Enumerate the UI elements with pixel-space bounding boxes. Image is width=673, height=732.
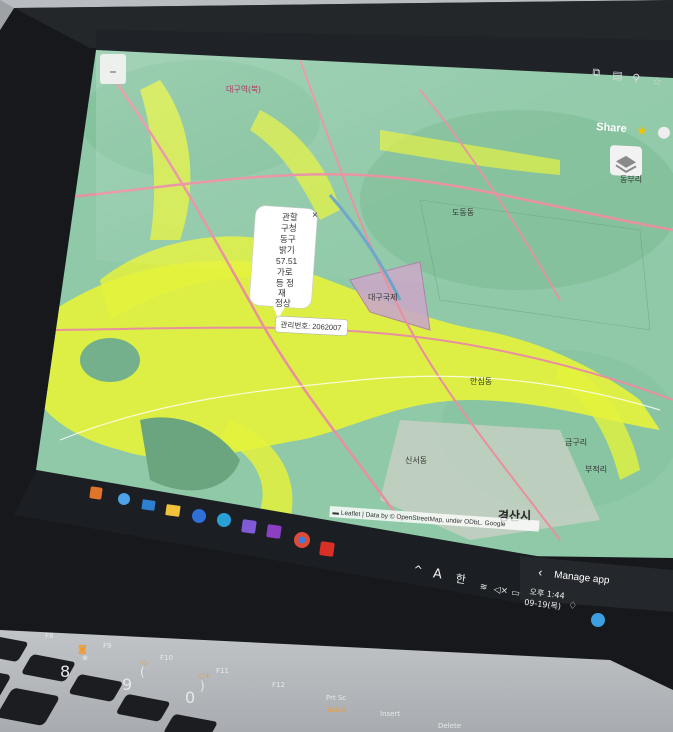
copilot-tray-icon[interactable] xyxy=(591,613,605,627)
key-label: * xyxy=(82,653,88,667)
popup-line: 밝기 xyxy=(279,245,295,255)
key-label: ( xyxy=(140,665,145,679)
key-label: 9 xyxy=(122,675,132,694)
key-label: F12 xyxy=(272,681,285,689)
mail-icon[interactable] xyxy=(141,499,156,511)
folder-icon[interactable] xyxy=(165,504,181,517)
place-label: 도동동 xyxy=(452,208,474,217)
key-label: F10 xyxy=(160,654,173,662)
id-tooltip: 관리번호: 2062007 xyxy=(275,315,348,336)
popup-line: 가로 xyxy=(277,267,293,277)
key-label: Insert xyxy=(380,710,400,718)
ime-indicator[interactable]: 한 xyxy=(455,572,467,586)
place-label: 안심동 xyxy=(470,376,492,386)
share-button[interactable]: Share xyxy=(596,121,627,135)
popup-line: 동구 xyxy=(280,234,296,244)
battery-icon[interactable]: ▭ xyxy=(511,588,521,599)
wifi-icon[interactable]: ≋ xyxy=(479,582,488,593)
key-label: ) xyxy=(200,679,205,693)
place-label: 동부리 xyxy=(620,175,642,184)
volume-down-icon: ◁- xyxy=(139,658,149,667)
key-label: F11 xyxy=(216,667,229,675)
bookmark-star-icon[interactable]: ☆ xyxy=(652,76,663,89)
edge-icon[interactable] xyxy=(217,513,231,527)
reader-icon[interactable]: ▤ xyxy=(612,70,623,83)
copilot-icon[interactable] xyxy=(89,486,103,500)
onenote-icon[interactable] xyxy=(266,524,282,539)
zoom-out-icon[interactable]: – xyxy=(110,64,117,80)
pdf-icon[interactable] xyxy=(319,541,335,557)
place-label: 금구리 xyxy=(565,438,587,447)
popup-line: 재 xyxy=(278,288,286,298)
mute-icon: ◙ xyxy=(78,645,87,655)
place-label: 대구역(북) xyxy=(226,84,261,94)
laptop-photo: – 관할 구청 동구 밝기 57.51 가로 등 정 재 정상 × 관리번호: … xyxy=(0,0,673,732)
key-label: Prt Sc xyxy=(326,694,346,702)
popup-line: 정상 xyxy=(275,298,291,308)
place-label: 신서동 xyxy=(405,456,427,465)
star-icon[interactable]: ★ xyxy=(635,124,648,140)
notification-bell-icon[interactable]: ♢ xyxy=(568,600,578,612)
key-label: ScrLk xyxy=(327,706,347,714)
key-label: 8 xyxy=(60,662,70,681)
place-label: 부적리 xyxy=(585,464,607,474)
popup-line: 등 정 xyxy=(276,278,294,288)
popup-line: 구청 xyxy=(281,223,297,233)
photo-scene: – 관할 구청 동구 밝기 57.51 가로 등 정 재 정상 × 관리번호: … xyxy=(0,0,673,732)
popup-close-icon[interactable]: × xyxy=(312,210,318,221)
volume-icon[interactable]: ◁× xyxy=(493,585,509,597)
store-icon[interactable] xyxy=(241,519,257,534)
key-label: F9 xyxy=(103,642,111,650)
open-in-app-icon[interactable]: ⧉ xyxy=(592,67,601,79)
place-label: 대구국제 xyxy=(368,293,397,302)
settings-icon[interactable] xyxy=(118,493,130,505)
layers-control[interactable] xyxy=(610,145,642,177)
media-icon[interactable] xyxy=(192,509,206,523)
key-label: Delete xyxy=(438,722,461,730)
zoom-icon[interactable]: ⚲ xyxy=(632,73,641,85)
key-label: 0 xyxy=(185,688,195,707)
popup-line: 57.51 xyxy=(276,256,298,266)
key-label: F8 xyxy=(45,632,53,640)
popup-line: 관할 xyxy=(282,212,298,222)
volume-up-icon: ◁+ xyxy=(197,671,211,680)
tray-chevron-icon[interactable]: ^ xyxy=(413,563,424,577)
